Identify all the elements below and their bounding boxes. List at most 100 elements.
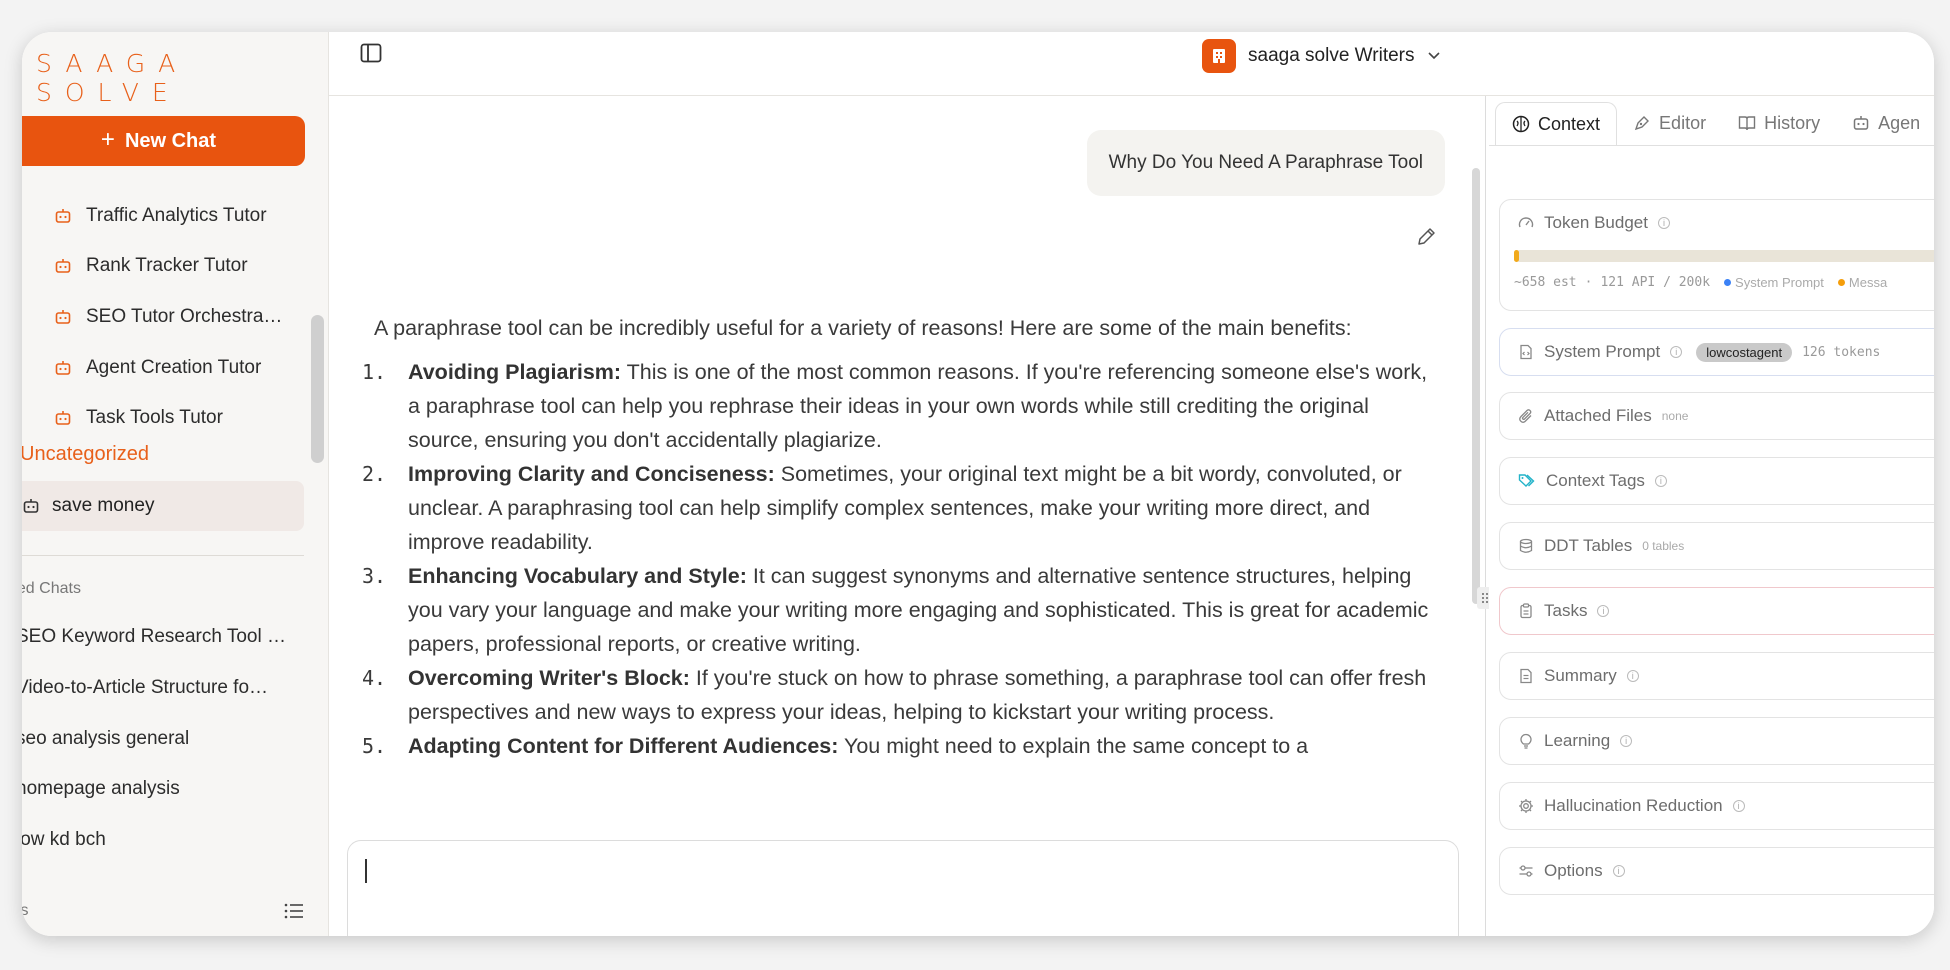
user-message: Why Do You Need A Paraphrase Tool bbox=[1086, 130, 1445, 196]
sidebar-agent-item[interactable]: Task Tools Tutor bbox=[54, 403, 223, 433]
sidebar-agent-selected[interactable]: save money bbox=[22, 481, 304, 531]
chat-list-item[interactable]: homepage analysis bbox=[22, 778, 180, 800]
point-title: Enhancing Vocabulary and Style: bbox=[408, 564, 747, 588]
context-tags-label: Context Tags bbox=[1546, 471, 1645, 490]
info-icon[interactable]: i bbox=[1620, 735, 1633, 747]
panel-tabs: Context Editor History Agen bbox=[1495, 102, 1934, 146]
legend-messages: Messa bbox=[1837, 275, 1887, 290]
chat-scrollbar[interactable] bbox=[1472, 168, 1480, 604]
token-separator: · bbox=[1584, 275, 1593, 290]
building-icon bbox=[1202, 39, 1236, 73]
system-prompt-card[interactable]: System Prompt i lowcostagent 126 tokens bbox=[1499, 328, 1934, 376]
answer-intro: A paraphrase tool can be incredibly usef… bbox=[374, 316, 1352, 340]
tasks-card[interactable]: Tasks i bbox=[1499, 587, 1934, 635]
info-icon[interactable]: i bbox=[1657, 217, 1670, 229]
learning-label: Learning bbox=[1544, 731, 1611, 750]
app-window: SAAGA SOLVE + New Chat Traffic Analytics… bbox=[22, 32, 1934, 936]
summary-label: Summary bbox=[1544, 666, 1617, 685]
plus-icon: + bbox=[100, 126, 115, 153]
tab-agent[interactable]: Agen bbox=[1836, 102, 1934, 144]
chat-list-item[interactable]: Video-to-Article Structure fo… bbox=[22, 677, 268, 699]
workspace-selector[interactable]: saaga solve Writers bbox=[1202, 39, 1441, 73]
answer-point: 5. Adapting Content for Different Audienc… bbox=[362, 734, 1309, 758]
ddt-tables-label: DDT Tables bbox=[1544, 536, 1633, 555]
pinned-chats-heading: ned Chats bbox=[22, 580, 81, 597]
lightbulb-icon bbox=[1520, 733, 1532, 749]
text-caret bbox=[365, 859, 367, 883]
info-icon[interactable]: i bbox=[1612, 865, 1625, 877]
robot-icon bbox=[55, 259, 71, 273]
legend-system-prompt: System Prompt bbox=[1724, 275, 1824, 290]
hallucination-reduction-card[interactable]: Hallucination Reduction i bbox=[1499, 782, 1934, 830]
sidebar-agent-item[interactable]: Traffic Analytics Tutor bbox=[54, 201, 267, 231]
sidebar-agent-item[interactable]: Rank Tracker Tutor bbox=[54, 251, 248, 281]
chat-list-item[interactable]: SEO Keyword Research Tool … bbox=[22, 626, 286, 648]
book-open-icon bbox=[1738, 116, 1756, 131]
sidebar-divider bbox=[22, 555, 304, 556]
brain-icon bbox=[1512, 115, 1530, 133]
legend-dot bbox=[1724, 279, 1732, 286]
tab-history[interactable]: History bbox=[1722, 102, 1836, 144]
workspace-name: saaga solve Writers bbox=[1248, 45, 1415, 66]
chevron-down-icon bbox=[1427, 52, 1440, 60]
new-chat-label: New Chat bbox=[124, 129, 217, 152]
sidebar-agent-item[interactable]: SEO Tutor Orchestra… bbox=[54, 302, 282, 332]
ddt-tables-card[interactable]: DDT Tables 0 tables bbox=[1499, 522, 1934, 570]
tab-editor[interactable]: Editor bbox=[1617, 102, 1722, 144]
chat-list-item[interactable]: low kd bch bbox=[22, 829, 106, 851]
info-icon[interactable]: i bbox=[1654, 475, 1667, 487]
pencil-icon[interactable] bbox=[1415, 226, 1437, 248]
brand-logo[interactable]: SAAGA SOLVE bbox=[36, 49, 328, 107]
system-prompt-label: System Prompt bbox=[1544, 342, 1661, 361]
info-icon[interactable]: i bbox=[1670, 346, 1683, 358]
sliders-icon bbox=[1519, 865, 1533, 877]
gear-icon bbox=[1519, 799, 1533, 813]
chat-area: Why Do You Need A Paraphrase Tool A para… bbox=[329, 96, 1489, 852]
info-icon[interactable]: i bbox=[1597, 605, 1610, 617]
new-chat-button[interactable]: + New Chat bbox=[22, 116, 305, 166]
answer-list: 1. Avoiding Plagiarism: This is one of th… bbox=[362, 355, 1444, 763]
sidebar-agent-item[interactable]: Agent Creation Tutor bbox=[54, 353, 261, 383]
pen-tool-icon bbox=[1634, 116, 1650, 131]
attached-files-card[interactable]: Attached Files none bbox=[1499, 392, 1934, 440]
robot-icon bbox=[1853, 116, 1869, 130]
hallucination-label: Hallucination Reduction bbox=[1544, 796, 1723, 815]
summary-card[interactable]: Summary i bbox=[1499, 652, 1934, 700]
answer-point: 4. Overcoming Writer's Block: If you're s… bbox=[362, 666, 1427, 724]
tasks-label: Tasks bbox=[1544, 601, 1588, 620]
paperclip-icon bbox=[1519, 409, 1532, 423]
learning-card[interactable]: Learning i bbox=[1499, 717, 1934, 765]
context-tags-card[interactable]: Context Tags i bbox=[1499, 457, 1934, 505]
agent-label: Traffic Analytics Tutor bbox=[86, 205, 267, 226]
answer-point: 2. Improving Clarity and Conciseness: Som… bbox=[362, 462, 1402, 554]
message-input[interactable] bbox=[347, 840, 1459, 936]
category-uncategorized[interactable]: Uncategorized bbox=[22, 443, 149, 466]
agent-label: SEO Tutor Orchestra… bbox=[86, 306, 283, 327]
list-icon[interactable] bbox=[284, 902, 304, 920]
chat-list-item[interactable]: seo analysis general bbox=[22, 728, 189, 750]
robot-icon bbox=[55, 310, 71, 324]
info-icon[interactable]: i bbox=[1626, 670, 1639, 682]
info-icon[interactable]: i bbox=[1732, 800, 1745, 812]
clipboard-icon bbox=[1520, 603, 1532, 619]
panel-divider bbox=[1485, 96, 1486, 936]
document-icon bbox=[1520, 668, 1532, 684]
agent-label: Agent Creation Tutor bbox=[86, 357, 262, 378]
options-card[interactable]: Options i bbox=[1499, 847, 1934, 895]
robot-icon bbox=[55, 209, 71, 223]
point-text: You might need to explain the same conce… bbox=[838, 734, 1309, 758]
token-budget-card[interactable]: Token Budget i ~658 est · 121 API / 200k… bbox=[1499, 199, 1934, 311]
sidebar-scrollbar[interactable] bbox=[311, 315, 324, 463]
answer-point: 3. Enhancing Vocabulary and Style: It can… bbox=[362, 564, 1429, 656]
token-budget-fill bbox=[1514, 250, 1519, 262]
tab-context[interactable]: Context bbox=[1495, 102, 1618, 145]
token-estimate: ~658 est bbox=[1514, 275, 1577, 290]
sidebar: SAAGA SOLVE + New Chat Traffic Analytics… bbox=[22, 32, 329, 936]
answer-point: 1. Avoiding Plagiarism: This is one of th… bbox=[362, 360, 1428, 452]
context-panel: Context Editor History Agen Token Budget… bbox=[1489, 96, 1934, 936]
gauge-icon bbox=[1518, 217, 1534, 228]
point-title: Improving Clarity and Conciseness: bbox=[408, 462, 775, 486]
robot-icon bbox=[55, 411, 71, 425]
attached-files-label: Attached Files bbox=[1544, 406, 1652, 425]
sidebar-toggle-icon[interactable] bbox=[360, 43, 382, 63]
